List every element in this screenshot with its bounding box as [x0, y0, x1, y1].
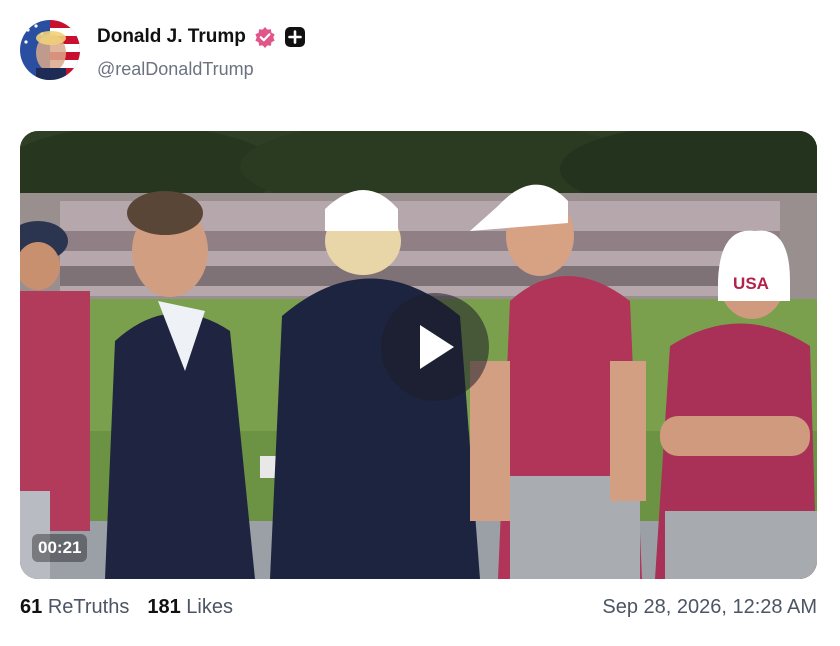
- retruths-label: ReTruths: [47, 596, 130, 618]
- author-handle[interactable]: @realDonaldTrump: [97, 59, 254, 80]
- avatar-image: [20, 20, 80, 80]
- post-stats: 61 ReTruths 181 Likes: [20, 596, 233, 619]
- retruths-count: 61: [20, 596, 43, 618]
- post-timestamp[interactable]: Sep 28, 2026, 12:28 AM: [602, 596, 817, 619]
- likes-label: Likes: [186, 596, 233, 618]
- play-button[interactable]: [381, 293, 489, 401]
- likes-stat[interactable]: 181 Likes: [147, 596, 233, 619]
- video-player[interactable]: USA 00:21: [20, 131, 817, 579]
- avatar[interactable]: [20, 20, 80, 80]
- video-duration: 00:21: [32, 534, 88, 562]
- verified-badge-icon: [254, 26, 276, 48]
- retruths-stat[interactable]: 61 ReTruths: [20, 596, 129, 619]
- plus-badge-icon: [284, 26, 306, 48]
- play-icon: [420, 325, 454, 369]
- author-row: Donald J. Trump: [97, 26, 306, 48]
- likes-count: 181: [147, 596, 181, 618]
- author-name[interactable]: Donald J. Trump: [97, 26, 246, 48]
